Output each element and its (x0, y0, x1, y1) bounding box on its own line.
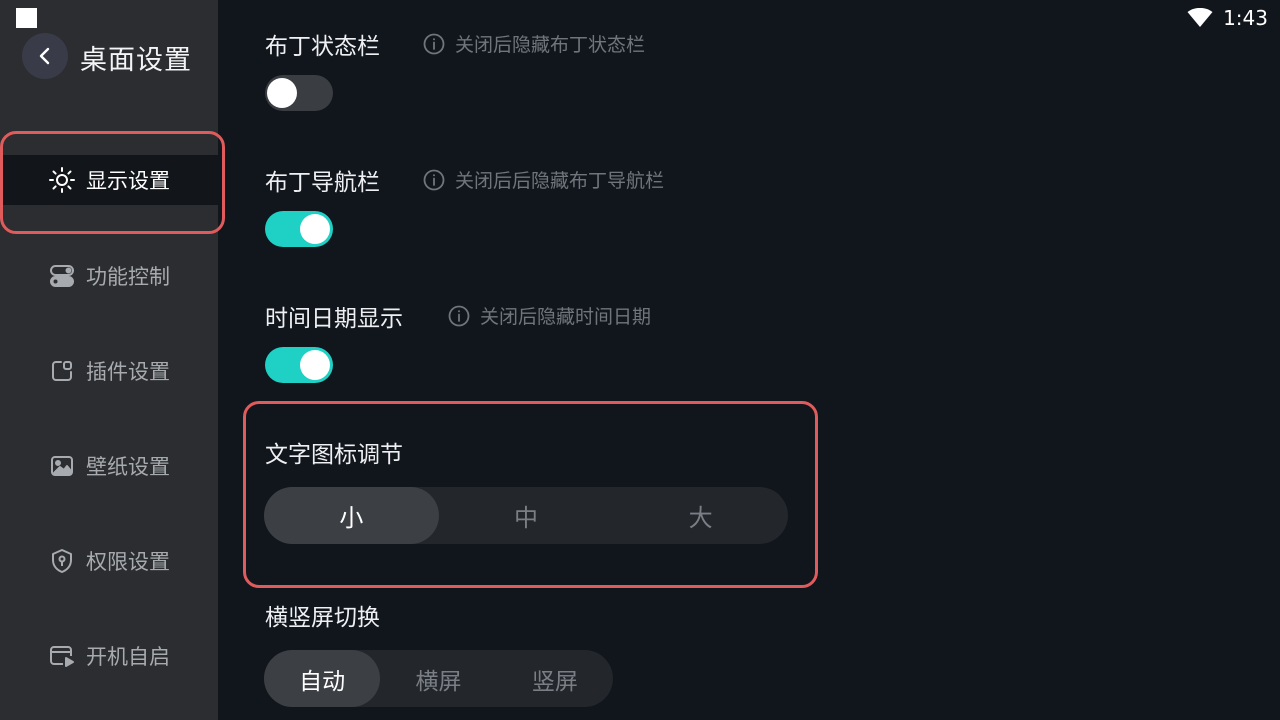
orientation-option-portrait[interactable]: 竖屏 (497, 650, 613, 707)
sidebar-item-label: 开机自启 (86, 645, 170, 669)
status-bar-setting-hint: 关闭后隐藏布丁状态栏 (423, 30, 645, 57)
sidebar-item-label: 功能控制 (86, 265, 170, 289)
sidebar-item-wallpaper[interactable]: 壁纸设置 (0, 441, 218, 491)
hint-text: 关闭后隐藏布丁状态栏 (455, 34, 646, 56)
nav-bar-setting-hint: 关闭后后隐藏布丁导航栏 (423, 166, 664, 193)
icon-size-option-medium[interactable]: 中 (439, 487, 614, 544)
toggle-knob (267, 78, 297, 108)
sidebar-title: 桌面设置 (80, 45, 192, 76)
datetime-toggle[interactable] (265, 347, 333, 383)
orientation-setting-title: 横竖屏切换 (265, 605, 380, 631)
status-bar: 1:43 (1187, 6, 1268, 30)
back-button[interactable] (22, 33, 68, 79)
sidebar-item-function-control[interactable]: 功能控制 (0, 251, 218, 301)
sidebar-item-autostart[interactable]: 开机自启 (0, 631, 218, 681)
icon-size-option-large[interactable]: 大 (613, 487, 788, 544)
datetime-setting-title: 时间日期显示 (265, 306, 403, 332)
highlight-box-display-settings (0, 131, 225, 234)
sidebar-item-plugin[interactable]: 插件设置 (0, 346, 218, 396)
status-bar-toggle[interactable] (265, 75, 333, 111)
nav-bar-setting-title: 布丁导航栏 (265, 170, 380, 196)
sidebar-item-permissions[interactable]: 权限设置 (0, 536, 218, 586)
icon-size-segmented-control: 小 中 大 (264, 487, 788, 544)
info-icon (448, 305, 470, 326)
sidebar-item-label: 权限设置 (86, 550, 170, 574)
shield-key-icon (48, 547, 76, 575)
toggle-knob (300, 350, 330, 380)
info-icon (423, 169, 445, 190)
image-icon (48, 452, 76, 480)
datetime-setting-hint: 关闭后隐藏时间日期 (448, 302, 651, 329)
toggle-knob (300, 214, 330, 244)
orientation-segmented-control: 自动 横屏 竖屏 (264, 650, 613, 707)
orientation-option-auto[interactable]: 自动 (264, 650, 381, 707)
widget-icon (48, 357, 76, 385)
sidebar: 桌面设置 显示设置 功能控制 插件设置 壁纸设置 权限设置 开机自启 (0, 0, 218, 720)
hint-text: 关闭后后隐藏布丁导航栏 (455, 170, 665, 192)
icon-size-option-small[interactable]: 小 (264, 487, 439, 544)
status-bar-setting-title: 布丁状态栏 (265, 34, 380, 60)
chevron-left-icon (39, 47, 50, 65)
info-icon (423, 33, 445, 54)
nav-bar-toggle[interactable] (265, 211, 333, 247)
clock: 1:43 (1223, 6, 1268, 30)
sidebar-item-label: 壁纸设置 (86, 455, 170, 479)
orientation-option-landscape[interactable]: 横屏 (380, 650, 496, 707)
notification-square-icon (16, 8, 37, 28)
hint-text: 关闭后隐藏时间日期 (480, 306, 652, 328)
wifi-icon (1187, 8, 1213, 27)
autostart-icon (48, 642, 76, 670)
sidebar-item-label: 插件设置 (86, 360, 170, 384)
icon-size-setting-title: 文字图标调节 (265, 442, 403, 468)
toggle-switch-icon (48, 262, 76, 290)
